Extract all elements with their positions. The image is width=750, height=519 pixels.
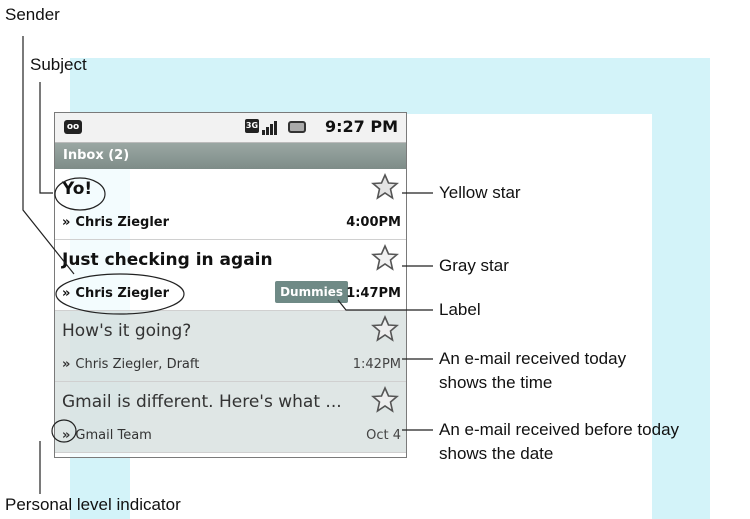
callout-lines xyxy=(22,36,433,494)
callout-received-before-line2: shows the date xyxy=(439,444,554,463)
callout-yellow-star: Yellow star xyxy=(439,183,521,202)
callout-received-today: An e-mail received today xyxy=(439,349,627,368)
callout-received-before: An e-mail received before today xyxy=(439,420,680,439)
callout-gray-star: Gray star xyxy=(439,256,509,275)
callout-received-today-line2: shows the time xyxy=(439,373,553,392)
callout-sender: Sender xyxy=(5,5,60,24)
callout-personal-level: Personal level indicator xyxy=(5,495,181,514)
callout-label: Label xyxy=(439,300,481,319)
callout-subject: Subject xyxy=(30,55,87,74)
